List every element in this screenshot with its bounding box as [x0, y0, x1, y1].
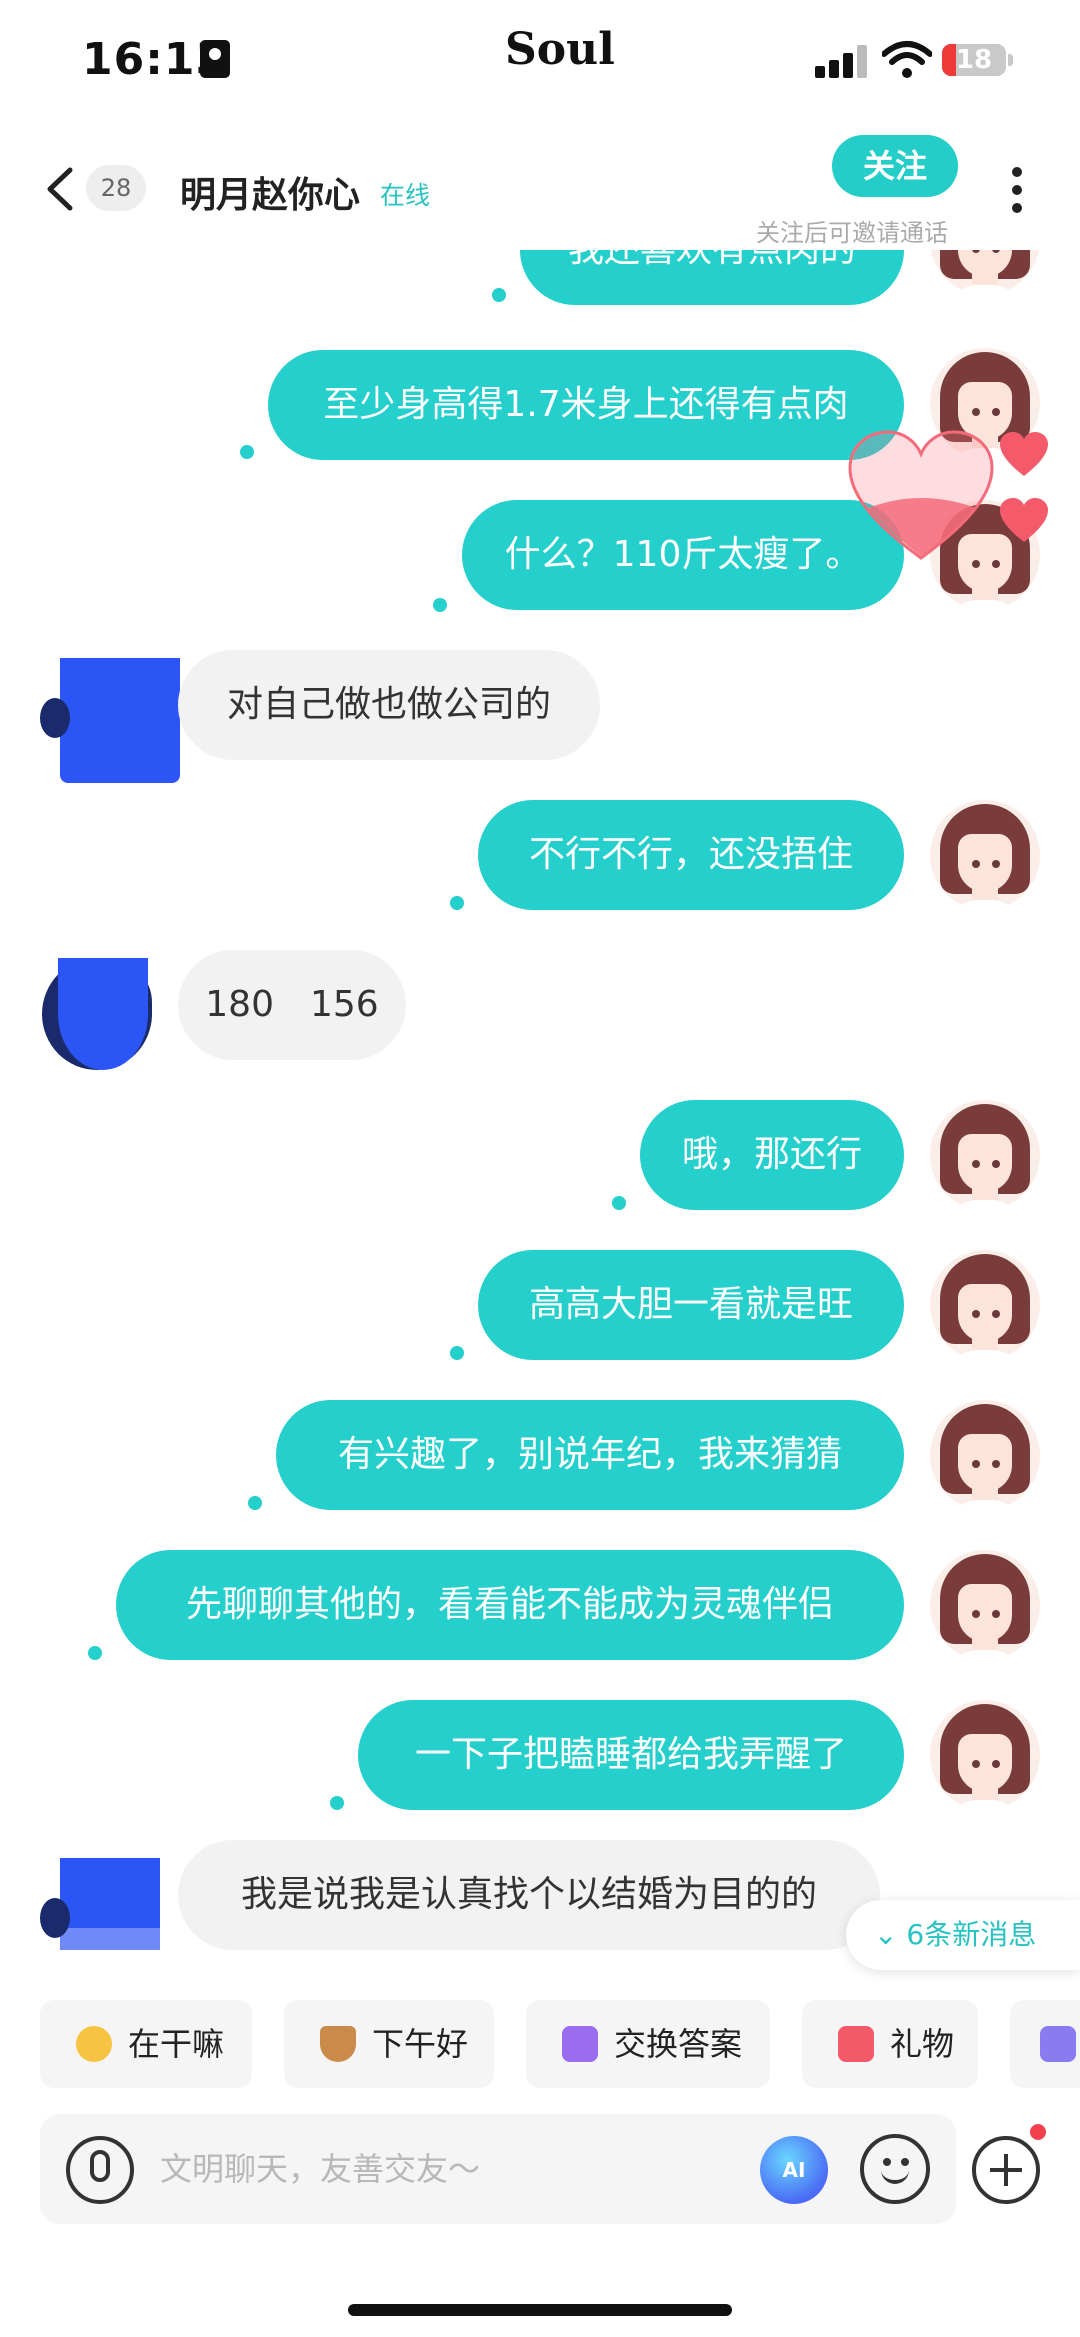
heart-icon	[1000, 432, 1048, 476]
emoji-button[interactable]	[860, 2134, 930, 2204]
message-row-incoming: 180 156	[0, 950, 1080, 1070]
message-row-outgoing: 哦，那还行	[0, 1100, 1080, 1210]
message-bubble-incoming[interactable]: 我是说我是认真找个以结婚为目的的	[178, 1840, 880, 1950]
new-messages-button[interactable]: ⌄ 6条新消息	[846, 1900, 1080, 1970]
quick-reply-label: 下午好	[372, 2025, 469, 2063]
message-row-outgoing: 高高大胆一看就是旺	[0, 1250, 1080, 1360]
follow-hint: 关注后可邀请通话	[756, 219, 948, 247]
contact-avatar[interactable]	[40, 658, 180, 783]
voice-button[interactable]	[66, 2136, 134, 2204]
bubble-tail	[330, 1796, 344, 1810]
chat-message-list[interactable]: 我还喜欢有点肉的 至少身高得1.7米身上还得有点肉 什么？110斤太瘦了。 对自…	[0, 250, 1080, 1950]
back-button[interactable]	[40, 164, 80, 214]
contact-avatar[interactable]	[40, 1858, 180, 1950]
contact-avatar[interactable]	[40, 958, 180, 1083]
bubble-tail	[433, 598, 447, 612]
heart-icon	[1000, 498, 1048, 542]
message-row-outgoing: 有兴趣了，别说年纪，我来猜猜	[0, 1400, 1080, 1510]
battery-level: 18	[955, 45, 993, 75]
quick-reply-chip[interactable]: 交换答案	[526, 2000, 770, 2088]
online-status: 在线	[380, 181, 431, 210]
message-bubble-outgoing[interactable]: 高高大胆一看就是旺	[478, 1250, 904, 1360]
heart-effect-icon	[848, 430, 994, 560]
contact-name[interactable]: 明月赵你心	[180, 166, 360, 218]
bubble-tail	[88, 1646, 102, 1660]
my-avatar[interactable]	[930, 800, 1040, 910]
my-avatar[interactable]	[930, 250, 1040, 295]
message-row-outgoing: 先聊聊其他的，看看能不能成为灵魂伴侣	[0, 1550, 1080, 1660]
my-avatar[interactable]	[930, 1550, 1040, 1660]
bubble-tail	[450, 896, 464, 910]
follow-button[interactable]: 关注	[832, 135, 958, 197]
bubble-tail	[612, 1196, 626, 1210]
quick-reply-chip[interactable]: 礼物	[802, 2000, 978, 2088]
quick-reply-label: 在干嘛	[128, 2025, 225, 2063]
quick-reply-chip[interactable]	[1010, 2000, 1080, 2088]
app-brand-logo: Soul	[505, 24, 615, 75]
message-bubble-outgoing[interactable]: 先聊聊其他的，看看能不能成为灵魂伴侣	[116, 1550, 904, 1660]
coffee-cup-icon	[320, 2026, 356, 2062]
message-bubble-outgoing[interactable]: 不行不行，还没捂住	[478, 800, 904, 910]
bubble-tail	[450, 1346, 464, 1360]
signal-icon	[815, 44, 871, 78]
message-bubble-outgoing[interactable]: 哦，那还行	[640, 1100, 904, 1210]
message-bubble-incoming[interactable]: 180 156	[178, 950, 406, 1060]
home-indicator[interactable]	[348, 2304, 732, 2316]
battery-indicator: 18	[942, 44, 1006, 76]
exchange-icon	[562, 2026, 598, 2062]
my-avatar[interactable]	[930, 1400, 1040, 1510]
message-row-outgoing: 一下子把瞌睡都给我弄醒了	[0, 1700, 1080, 1810]
message-row-outgoing: 不行不行，还没捂住	[0, 800, 1080, 910]
quick-reply-chip[interactable]: 下午好	[284, 2000, 494, 2088]
more-actions-button[interactable]	[972, 2136, 1040, 2204]
quick-reply-label: 交换答案	[614, 2025, 743, 2063]
gift-icon	[838, 2026, 874, 2062]
my-avatar[interactable]	[930, 1100, 1040, 1210]
thinking-face-icon	[76, 2026, 112, 2062]
battery-tip	[1008, 54, 1013, 66]
quick-reply-bar[interactable]: 在干嘛 下午好 交换答案 礼物	[0, 2000, 1080, 2090]
message-bubble-incoming[interactable]: 对自己做也做公司的	[178, 650, 600, 760]
quick-reply-chip[interactable]: 在干嘛	[40, 2000, 252, 2088]
message-bubble-outgoing[interactable]: 有兴趣了，别说年纪，我来猜猜	[276, 1400, 904, 1510]
wifi-icon	[882, 41, 932, 78]
quick-reply-label: 礼物	[890, 2025, 955, 2063]
unread-count-badge[interactable]: 28	[86, 165, 146, 211]
message-bubble-outgoing[interactable]: 我还喜欢有点肉的	[520, 250, 904, 305]
message-row-incoming: 对自己做也做公司的	[0, 650, 1080, 783]
bubble-tail	[492, 288, 506, 302]
photo-icon	[1040, 2026, 1076, 2062]
notification-dot	[1030, 2124, 1046, 2140]
id-card-icon	[200, 40, 230, 78]
new-messages-label: 6条新消息	[906, 1918, 1037, 1951]
message-input[interactable]	[160, 2134, 720, 2204]
bubble-tail	[248, 1496, 262, 1510]
my-avatar[interactable]	[930, 1700, 1040, 1810]
message-row-outgoing: 我还喜欢有点肉的	[0, 250, 1080, 305]
bubble-tail	[240, 445, 254, 459]
message-bubble-outgoing[interactable]: 一下子把瞌睡都给我弄醒了	[358, 1700, 904, 1810]
ai-assistant-button[interactable]: AI	[760, 2136, 828, 2204]
message-bubble-outgoing[interactable]: 什么？110斤太瘦了。	[462, 500, 904, 610]
more-vertical-icon[interactable]	[1008, 165, 1028, 215]
message-bubble-outgoing[interactable]: 至少身高得1.7米身上还得有点肉	[268, 350, 904, 460]
my-avatar[interactable]	[930, 1250, 1040, 1360]
chevrons-down-icon: ⌄	[874, 1918, 907, 1951]
